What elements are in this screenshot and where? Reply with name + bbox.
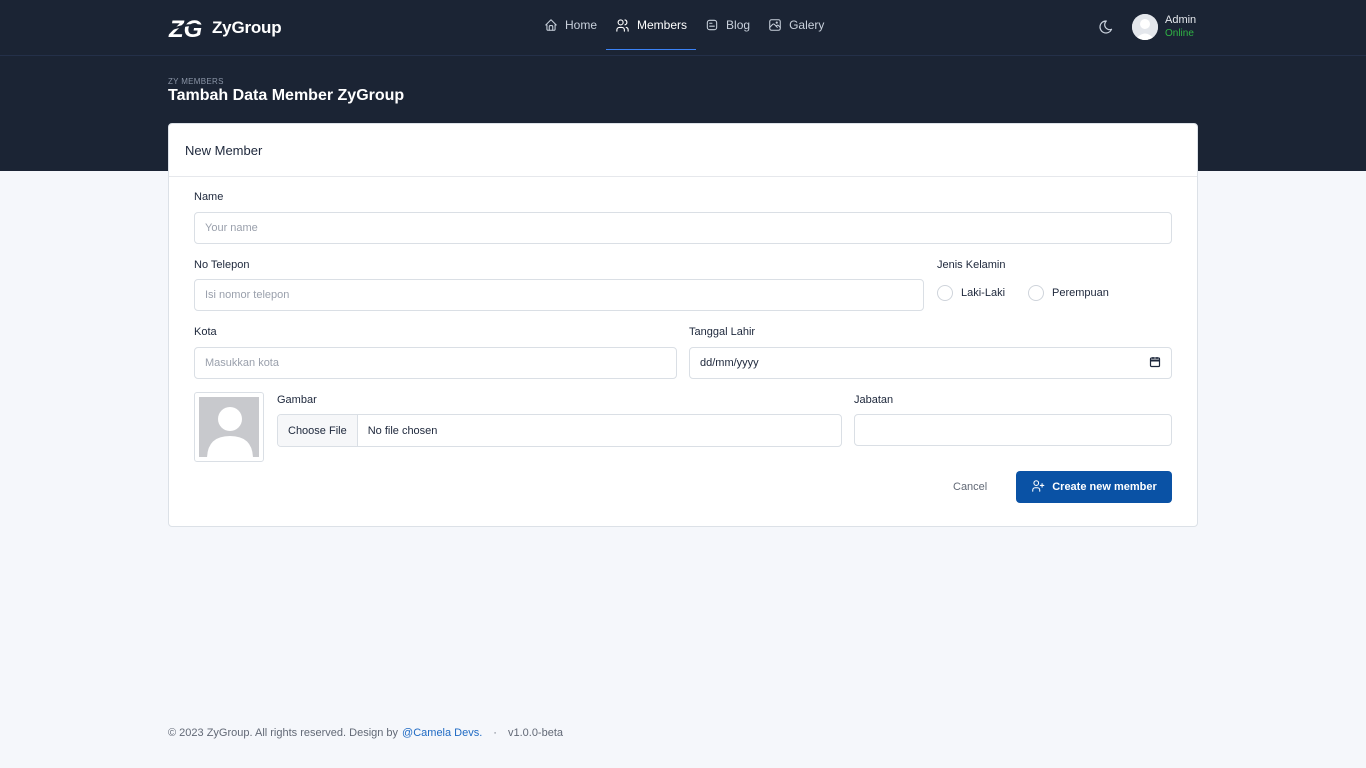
user-plus-icon <box>1031 479 1045 496</box>
home-icon <box>544 18 558 32</box>
footer-version: v1.0.0-beta <box>507 727 564 739</box>
brand[interactable]: ZG ZyGroup <box>168 13 282 43</box>
image-label: Gambar <box>277 394 317 406</box>
gender-label: Jenis Kelamin <box>937 259 1006 271</box>
brand-logo: ZG <box>168 15 206 41</box>
radio-circle <box>937 285 953 301</box>
user-menu[interactable]: Admin Online <box>1132 14 1196 40</box>
image-preview <box>194 392 264 462</box>
nav-label-members: Members <box>637 18 688 32</box>
card-title: New Member <box>185 142 263 158</box>
gender-radio-male[interactable]: Laki-Laki <box>937 285 1005 301</box>
file-status: No file chosen <box>367 424 438 437</box>
name-label: Name <box>194 191 224 203</box>
nav-item-galery[interactable]: Galery <box>759 0 833 50</box>
name-input[interactable] <box>194 212 1172 244</box>
create-member-button[interactable]: Create new member <box>1016 471 1172 503</box>
nav-item-blog[interactable]: Blog <box>696 0 759 50</box>
city-input[interactable] <box>194 347 677 379</box>
photo-icon <box>768 18 782 32</box>
radio-circle <box>1028 285 1044 301</box>
gender-option-female: Perempuan <box>1052 287 1109 299</box>
footer-copyright: © 2023 ZyGroup. All rights reserved. Des… <box>168 727 399 739</box>
new-member-card: New Member Name No Telepon Jenis Kelamin… <box>168 123 1198 527</box>
footer-author-link[interactable]: @Camela Devs. <box>402 727 482 739</box>
gender-option-male: Laki-Laki <box>961 287 1006 299</box>
phone-label: No Telepon <box>194 259 250 271</box>
city-label: Kota <box>194 326 217 338</box>
theme-toggle-button[interactable] <box>1098 19 1116 37</box>
position-label: Jabatan <box>854 394 894 406</box>
moon-icon <box>1098 20 1114 38</box>
footer-separator: · <box>493 727 497 739</box>
page-title: Tambah Data Member ZyGroup <box>168 87 405 104</box>
birthdate-placeholder: dd/mm/yyyy <box>700 357 759 369</box>
phone-input[interactable] <box>194 279 924 311</box>
blog-icon <box>705 18 719 32</box>
footer: © 2023 ZyGroup. All rights reserved. Des… <box>168 727 563 739</box>
nav-item-home[interactable]: Home <box>535 0 606 50</box>
card-header: New Member <box>169 124 1197 177</box>
users-icon <box>615 18 630 33</box>
avatar <box>1132 14 1158 40</box>
choose-file-button[interactable]: Choose File <box>278 415 358 446</box>
gender-radio-female[interactable]: Perempuan <box>1028 285 1109 301</box>
birthdate-input[interactable]: dd/mm/yyyy <box>689 347 1172 379</box>
position-input[interactable] <box>854 414 1172 446</box>
image-file-input[interactable]: Choose File No file chosen <box>277 414 842 447</box>
page-pretitle: ZY MEMBERS <box>168 77 224 86</box>
nav-label-blog: Blog <box>726 18 751 32</box>
nav-item-members[interactable]: Members <box>606 0 697 50</box>
create-member-label: Create new member <box>1052 481 1157 493</box>
user-status: Online <box>1165 28 1194 39</box>
user-name: Admin <box>1165 14 1197 26</box>
main-nav: Home Members Blog Galery <box>535 0 833 56</box>
birthdate-label: Tanggal Lahir <box>689 326 756 338</box>
nav-label-galery: Galery <box>789 18 825 32</box>
avatar-placeholder-icon <box>199 397 259 457</box>
brand-name: ZyGroup <box>212 18 282 37</box>
nav-label-home: Home <box>565 18 598 32</box>
top-navbar: ZG ZyGroup Home Members Blog Galery Admi… <box>0 0 1366 56</box>
calendar-icon <box>1149 356 1161 371</box>
cancel-button[interactable]: Cancel <box>941 471 999 503</box>
